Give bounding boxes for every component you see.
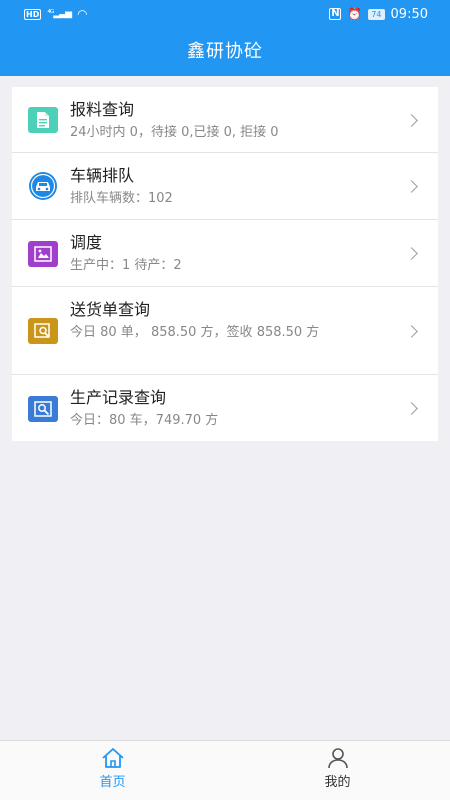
menu-item-subtitle: 今日 80 单， 858.50 方，签收 858.50 方	[70, 325, 320, 340]
status-bar: HD ⁴ᴳ▂▃▅ ◠ N ⏰ 74 09:50	[0, 0, 450, 28]
menu-item-subtitle: 排队车辆数：102	[70, 191, 173, 206]
menu-item-title: 生产记录查询	[70, 388, 167, 407]
alarm-icon: ⏰	[347, 7, 363, 21]
user-icon	[327, 748, 348, 769]
chevron-right-icon	[405, 402, 418, 415]
receipt-search-icon	[28, 318, 58, 344]
wifi-icon: ◠	[77, 7, 88, 21]
menu-item-title: 报料查询	[70, 100, 135, 119]
car-icon	[28, 172, 58, 200]
hd-indicator: HD	[24, 8, 42, 20]
tab-mine-label: 我的	[324, 775, 351, 790]
battery-icon: 74	[368, 8, 385, 20]
tab-mine[interactable]: 我的	[225, 741, 450, 800]
menu-item-title: 调度	[70, 233, 103, 252]
menu-item-production-record-query[interactable]: 生产记录查询 今日：80 车，749.70 方	[12, 375, 438, 441]
bottom-tab-bar: 首页 我的	[0, 740, 450, 800]
menu-item-subtitle: 生产中：1 待产：2	[70, 258, 182, 273]
tab-home-label: 首页	[99, 775, 126, 790]
tab-home[interactable]: 首页	[0, 741, 225, 800]
nfc-icon: N	[329, 8, 342, 20]
menu-item-title: 送货单查询	[70, 300, 151, 319]
signal-icon: ⁴ᴳ▂▃▅	[47, 9, 72, 19]
menu-item-delivery-query[interactable]: 送货单查询 今日 80 单， 858.50 方，签收 858.50 方	[12, 287, 438, 375]
clock-time: 09:50	[390, 6, 428, 22]
page-title: 鑫研协砼	[187, 41, 263, 62]
chevron-right-icon	[405, 247, 418, 260]
menu-item-subtitle: 24小时内 0，待接 0,已接 0, 拒接 0	[70, 125, 279, 140]
chevron-right-icon	[405, 180, 418, 193]
menu-list: 报料查询 24小时内 0，待接 0,已接 0, 拒接 0 车辆排队 排队车辆数：…	[12, 87, 438, 441]
menu-item-dispatch[interactable]: 调度 生产中：1 待产：2	[12, 220, 438, 287]
record-search-icon	[28, 396, 58, 422]
dispatch-icon	[28, 241, 58, 267]
menu-item-title: 车辆排队	[70, 166, 135, 185]
chevron-right-icon	[405, 114, 418, 127]
chevron-right-icon	[405, 325, 418, 338]
home-icon	[101, 748, 124, 768]
menu-item-material-query[interactable]: 报料查询 24小时内 0，待接 0,已接 0, 拒接 0	[12, 87, 438, 153]
menu-item-vehicle-queue[interactable]: 车辆排队 排队车辆数：102	[12, 153, 438, 220]
app-header: HD ⁴ᴳ▂▃▅ ◠ N ⏰ 74 09:50 鑫研协砼	[0, 0, 450, 76]
menu-item-subtitle: 今日：80 车，749.70 方	[70, 413, 219, 428]
document-icon	[28, 107, 58, 133]
